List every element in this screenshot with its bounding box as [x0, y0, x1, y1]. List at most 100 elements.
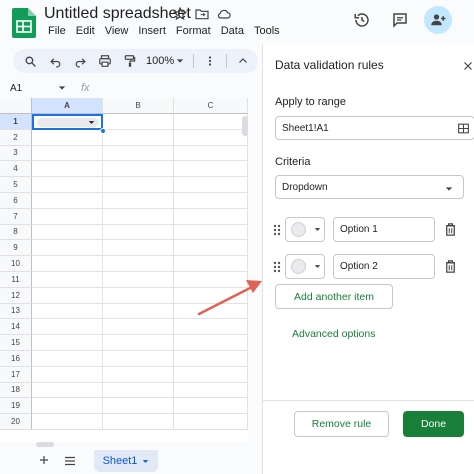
- row-header[interactable]: 6: [0, 193, 32, 209]
- undo-button[interactable]: [46, 52, 64, 70]
- row-header[interactable]: 9: [0, 240, 32, 257]
- grid-cell[interactable]: [32, 366, 103, 383]
- column-header-a[interactable]: A: [32, 98, 103, 114]
- row-header[interactable]: 2: [0, 129, 32, 146]
- grid-cell[interactable]: [103, 272, 174, 288]
- grid-cell[interactable]: [174, 398, 248, 415]
- option-input[interactable]: Option 2: [333, 254, 435, 279]
- grid-cell[interactable]: [103, 414, 174, 430]
- grid-cell[interactable]: [32, 303, 103, 320]
- grid-cell[interactable]: [174, 366, 248, 383]
- grid-cell[interactable]: [174, 351, 248, 367]
- grid-cell[interactable]: [32, 177, 103, 193]
- grid-cell[interactable]: [32, 145, 103, 162]
- grid-cell[interactable]: [174, 208, 248, 225]
- dropdown-chip[interactable]: [37, 118, 99, 127]
- trash-icon[interactable]: [444, 222, 457, 237]
- grid-cell[interactable]: [103, 193, 174, 209]
- history-button[interactable]: [348, 6, 376, 34]
- add-sheet-icon[interactable]: [38, 454, 50, 466]
- grid-cell[interactable]: [174, 145, 248, 162]
- document-title[interactable]: Untitled spreadsheet: [44, 5, 191, 23]
- grid-cell[interactable]: [174, 240, 248, 257]
- all-sheets-icon[interactable]: [64, 456, 76, 466]
- drag-handle-icon[interactable]: [273, 261, 281, 273]
- grid-cell[interactable]: [174, 161, 248, 178]
- done-button[interactable]: Done: [403, 411, 464, 437]
- star-icon[interactable]: [172, 6, 188, 22]
- grid-cell[interactable]: [32, 256, 103, 272]
- sheet-tab-sheet1[interactable]: Sheet1: [94, 450, 158, 472]
- select-all-corner[interactable]: [0, 98, 32, 114]
- grid-cell[interactable]: [103, 335, 174, 351]
- row-header[interactable]: 1: [0, 114, 32, 130]
- grid-cell[interactable]: [32, 382, 103, 399]
- criteria-dropdown[interactable]: Dropdown: [275, 175, 464, 199]
- grid-cell[interactable]: [103, 366, 174, 383]
- grid-cell[interactable]: [103, 382, 174, 399]
- grid-cell[interactable]: [174, 382, 248, 399]
- row-header[interactable]: 18: [0, 382, 32, 399]
- hide-menus-button[interactable]: [234, 52, 252, 70]
- sheet-grid[interactable]: A B C 1 2 3 4 5 6 7 8 9 10 11 12 13 14 15 16 17 18 19 20: [0, 98, 248, 442]
- option-color-picker[interactable]: [285, 254, 325, 279]
- row-header[interactable]: 5: [0, 177, 32, 193]
- row-header[interactable]: 15: [0, 335, 32, 351]
- grid-cell[interactable]: [103, 145, 174, 162]
- share-button[interactable]: [424, 6, 452, 34]
- menu-edit[interactable]: Edit: [71, 24, 100, 38]
- grid-cell[interactable]: [103, 287, 174, 304]
- grid-cell[interactable]: [174, 177, 248, 193]
- grid-cell[interactable]: [103, 177, 174, 193]
- row-header[interactable]: 17: [0, 366, 32, 383]
- grid-cell[interactable]: [174, 414, 248, 430]
- grid-cell[interactable]: [32, 272, 103, 288]
- menu-tools[interactable]: Tools: [249, 24, 285, 38]
- trash-icon[interactable]: [444, 259, 457, 274]
- row-header[interactable]: 7: [0, 208, 32, 225]
- menu-insert[interactable]: Insert: [133, 24, 171, 38]
- grid-cell[interactable]: [103, 129, 174, 146]
- close-icon[interactable]: [462, 60, 474, 72]
- menu-format[interactable]: Format: [171, 24, 216, 38]
- grid-cell[interactable]: [174, 256, 248, 272]
- grid-cell[interactable]: [32, 335, 103, 351]
- search-menus-button[interactable]: [21, 52, 39, 70]
- horizontal-scrollbar[interactable]: [36, 442, 54, 447]
- grid-cell[interactable]: [174, 335, 248, 351]
- grid-cell[interactable]: [174, 129, 248, 146]
- remove-rule-button[interactable]: Remove rule: [294, 411, 389, 437]
- row-header[interactable]: 3: [0, 145, 32, 162]
- grid-cell[interactable]: [174, 287, 248, 304]
- row-header[interactable]: 14: [0, 319, 32, 336]
- menu-file[interactable]: File: [43, 24, 71, 38]
- grid-cell[interactable]: [174, 319, 248, 336]
- more-button[interactable]: [201, 52, 219, 70]
- grid-cell[interactable]: [103, 240, 174, 257]
- fill-handle[interactable]: [100, 128, 106, 134]
- grid-cell[interactable]: [32, 287, 103, 304]
- comments-button[interactable]: [386, 6, 414, 34]
- grid-cell[interactable]: [32, 208, 103, 225]
- print-button[interactable]: [96, 52, 114, 70]
- menu-view[interactable]: View: [100, 24, 134, 38]
- grid-cell[interactable]: [103, 224, 174, 241]
- cloud-status-icon[interactable]: [216, 6, 232, 22]
- grid-cell[interactable]: [32, 319, 103, 336]
- grid-cell[interactable]: [103, 114, 174, 130]
- column-header-b[interactable]: B: [103, 98, 174, 114]
- grid-cell[interactable]: [103, 351, 174, 367]
- row-header[interactable]: 10: [0, 256, 32, 272]
- row-header[interactable]: 8: [0, 224, 32, 241]
- grid-cell[interactable]: [103, 256, 174, 272]
- sheets-logo-icon[interactable]: [12, 8, 36, 38]
- grid-cell[interactable]: [32, 240, 103, 257]
- zoom-select[interactable]: 100%: [146, 55, 186, 67]
- grid-cell[interactable]: [103, 161, 174, 178]
- grid-cell[interactable]: [174, 224, 248, 241]
- grid-cell[interactable]: [32, 224, 103, 241]
- grid-cell[interactable]: [32, 414, 103, 430]
- redo-button[interactable]: [71, 52, 89, 70]
- row-header[interactable]: 4: [0, 161, 32, 178]
- move-to-folder-icon[interactable]: [194, 6, 210, 22]
